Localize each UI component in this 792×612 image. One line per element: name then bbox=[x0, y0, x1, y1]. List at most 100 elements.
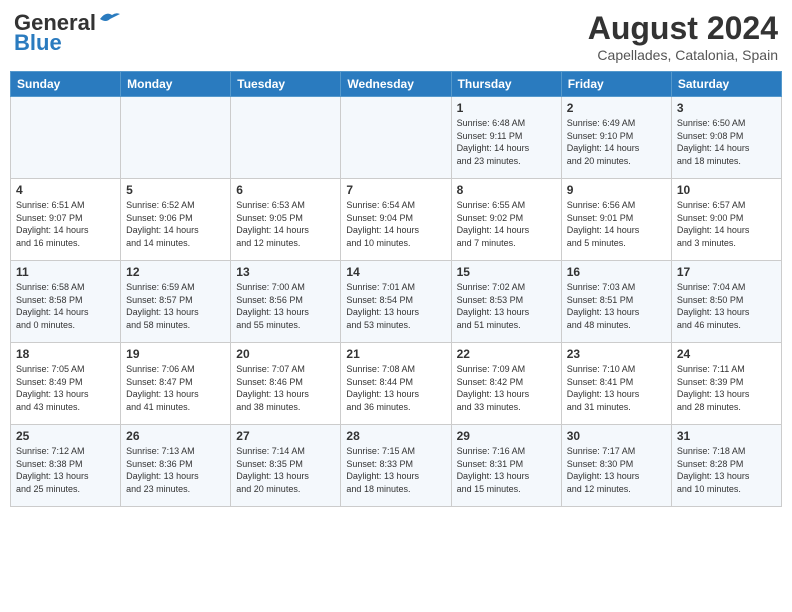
day-number: 9 bbox=[567, 183, 666, 197]
day-number: 31 bbox=[677, 429, 776, 443]
week-row-2: 11 Sunrise: 6:58 AM Sunset: 8:58 PM Dayli… bbox=[11, 261, 782, 343]
day-info: Sunrise: 7:01 AM Sunset: 8:54 PM Dayligh… bbox=[346, 281, 445, 331]
calendar-cell: 17 Sunrise: 7:04 AM Sunset: 8:50 PM Dayli… bbox=[671, 261, 781, 343]
day-info: Sunrise: 7:11 AM Sunset: 8:39 PM Dayligh… bbox=[677, 363, 776, 413]
day-number: 10 bbox=[677, 183, 776, 197]
calendar-cell: 22Sunrise: 7:09 AM Sunset: 8:42 PM Dayli… bbox=[451, 343, 561, 425]
day-info: Sunrise: 7:06 AM Sunset: 8:47 PM Dayligh… bbox=[126, 363, 225, 413]
calendar-cell: 9 Sunrise: 6:56 AM Sunset: 9:01 PM Daylig… bbox=[561, 179, 671, 261]
day-info: Sunrise: 6:54 AM Sunset: 9:04 PM Dayligh… bbox=[346, 199, 445, 249]
day-info: Sunrise: 7:08 AM Sunset: 8:44 PM Dayligh… bbox=[346, 363, 445, 413]
calendar-cell: 19 Sunrise: 7:06 AM Sunset: 8:47 PM Dayli… bbox=[121, 343, 231, 425]
calendar-cell: 6 Sunrise: 6:53 AM Sunset: 9:05 PM Daylig… bbox=[231, 179, 341, 261]
logo-bird-icon bbox=[98, 11, 120, 27]
day-number: 5 bbox=[126, 183, 225, 197]
calendar-cell bbox=[341, 97, 451, 179]
week-row-3: 18Sunrise: 7:05 AM Sunset: 8:49 PM Dayli… bbox=[11, 343, 782, 425]
header-row: SundayMondayTuesdayWednesdayThursdayFrid… bbox=[11, 72, 782, 97]
calendar-cell: 26Sunrise: 7:13 AM Sunset: 8:36 PM Dayli… bbox=[121, 425, 231, 507]
page-subtitle: Capellades, Catalonia, Spain bbox=[588, 47, 778, 63]
day-number: 16 bbox=[567, 265, 666, 279]
calendar-cell: 11 Sunrise: 6:58 AM Sunset: 8:58 PM Dayli… bbox=[11, 261, 121, 343]
day-number: 21 bbox=[346, 347, 445, 361]
calendar-cell: 15 Sunrise: 7:02 AM Sunset: 8:53 PM Dayli… bbox=[451, 261, 561, 343]
day-number: 17 bbox=[677, 265, 776, 279]
day-info: Sunrise: 7:05 AM Sunset: 8:49 PM Dayligh… bbox=[16, 363, 115, 413]
day-info: Sunrise: 7:07 AM Sunset: 8:46 PM Dayligh… bbox=[236, 363, 335, 413]
week-row-4: 25 Sunrise: 7:12 AM Sunset: 8:38 PM Dayli… bbox=[11, 425, 782, 507]
day-number: 25 bbox=[16, 429, 115, 443]
calendar-cell: 16 Sunrise: 7:03 AM Sunset: 8:51 PM Dayli… bbox=[561, 261, 671, 343]
day-number: 14 bbox=[346, 265, 445, 279]
day-number: 20 bbox=[236, 347, 335, 361]
calendar-cell: 27Sunrise: 7:14 AM Sunset: 8:35 PM Dayli… bbox=[231, 425, 341, 507]
day-info: Sunrise: 7:15 AM Sunset: 8:33 PM Dayligh… bbox=[346, 445, 445, 495]
day-number: 23 bbox=[567, 347, 666, 361]
calendar-cell: 4Sunrise: 6:51 AM Sunset: 9:07 PM Daylig… bbox=[11, 179, 121, 261]
header-thursday: Thursday bbox=[451, 72, 561, 97]
day-info: Sunrise: 7:16 AM Sunset: 8:31 PM Dayligh… bbox=[457, 445, 556, 495]
week-row-1: 4Sunrise: 6:51 AM Sunset: 9:07 PM Daylig… bbox=[11, 179, 782, 261]
calendar-cell: 29 Sunrise: 7:16 AM Sunset: 8:31 PM Dayli… bbox=[451, 425, 561, 507]
day-number: 29 bbox=[457, 429, 556, 443]
day-number: 1 bbox=[457, 101, 556, 115]
calendar-cell bbox=[231, 97, 341, 179]
calendar-cell bbox=[11, 97, 121, 179]
day-info: Sunrise: 6:59 AM Sunset: 8:57 PM Dayligh… bbox=[126, 281, 225, 331]
calendar-table: SundayMondayTuesdayWednesdayThursdayFrid… bbox=[10, 71, 782, 507]
day-number: 11 bbox=[16, 265, 115, 279]
day-info: Sunrise: 6:58 AM Sunset: 8:58 PM Dayligh… bbox=[16, 281, 115, 331]
logo: General Blue bbox=[14, 10, 120, 56]
day-info: Sunrise: 7:02 AM Sunset: 8:53 PM Dayligh… bbox=[457, 281, 556, 331]
day-number: 12 bbox=[126, 265, 225, 279]
day-number: 2 bbox=[567, 101, 666, 115]
header-wednesday: Wednesday bbox=[341, 72, 451, 97]
calendar-cell: 3 Sunrise: 6:50 AM Sunset: 9:08 PM Daylig… bbox=[671, 97, 781, 179]
day-number: 19 bbox=[126, 347, 225, 361]
day-info: Sunrise: 6:49 AM Sunset: 9:10 PM Dayligh… bbox=[567, 117, 666, 167]
calendar-cell: 21 Sunrise: 7:08 AM Sunset: 8:44 PM Dayli… bbox=[341, 343, 451, 425]
calendar-cell: 23 Sunrise: 7:10 AM Sunset: 8:41 PM Dayli… bbox=[561, 343, 671, 425]
header-monday: Monday bbox=[121, 72, 231, 97]
day-info: Sunrise: 6:48 AM Sunset: 9:11 PM Dayligh… bbox=[457, 117, 556, 167]
header: General Blue August 2024 Capellades, Cat… bbox=[10, 10, 782, 63]
day-info: Sunrise: 7:12 AM Sunset: 8:38 PM Dayligh… bbox=[16, 445, 115, 495]
day-number: 4 bbox=[16, 183, 115, 197]
header-tuesday: Tuesday bbox=[231, 72, 341, 97]
day-info: Sunrise: 6:52 AM Sunset: 9:06 PM Dayligh… bbox=[126, 199, 225, 249]
header-sunday: Sunday bbox=[11, 72, 121, 97]
calendar-cell: 8 Sunrise: 6:55 AM Sunset: 9:02 PM Daylig… bbox=[451, 179, 561, 261]
calendar-cell: 5 Sunrise: 6:52 AM Sunset: 9:06 PM Daylig… bbox=[121, 179, 231, 261]
day-number: 7 bbox=[346, 183, 445, 197]
calendar-cell: 30Sunrise: 7:17 AM Sunset: 8:30 PM Dayli… bbox=[561, 425, 671, 507]
calendar-cell bbox=[121, 97, 231, 179]
day-number: 28 bbox=[346, 429, 445, 443]
calendar-cell: 25 Sunrise: 7:12 AM Sunset: 8:38 PM Dayli… bbox=[11, 425, 121, 507]
day-info: Sunrise: 6:53 AM Sunset: 9:05 PM Dayligh… bbox=[236, 199, 335, 249]
logo-blue: Blue bbox=[14, 30, 62, 56]
day-number: 30 bbox=[567, 429, 666, 443]
day-info: Sunrise: 7:04 AM Sunset: 8:50 PM Dayligh… bbox=[677, 281, 776, 331]
day-number: 22 bbox=[457, 347, 556, 361]
day-info: Sunrise: 6:55 AM Sunset: 9:02 PM Dayligh… bbox=[457, 199, 556, 249]
day-number: 3 bbox=[677, 101, 776, 115]
day-info: Sunrise: 6:50 AM Sunset: 9:08 PM Dayligh… bbox=[677, 117, 776, 167]
day-info: Sunrise: 6:56 AM Sunset: 9:01 PM Dayligh… bbox=[567, 199, 666, 249]
header-saturday: Saturday bbox=[671, 72, 781, 97]
day-number: 13 bbox=[236, 265, 335, 279]
day-number: 24 bbox=[677, 347, 776, 361]
day-number: 8 bbox=[457, 183, 556, 197]
day-info: Sunrise: 7:10 AM Sunset: 8:41 PM Dayligh… bbox=[567, 363, 666, 413]
day-info: Sunrise: 6:57 AM Sunset: 9:00 PM Dayligh… bbox=[677, 199, 776, 249]
day-info: Sunrise: 7:14 AM Sunset: 8:35 PM Dayligh… bbox=[236, 445, 335, 495]
week-row-0: 1 Sunrise: 6:48 AM Sunset: 9:11 PM Daylig… bbox=[11, 97, 782, 179]
day-number: 15 bbox=[457, 265, 556, 279]
calendar-cell: 12 Sunrise: 6:59 AM Sunset: 8:57 PM Dayli… bbox=[121, 261, 231, 343]
title-area: August 2024 Capellades, Catalonia, Spain bbox=[588, 10, 778, 63]
calendar-cell: 13Sunrise: 7:00 AM Sunset: 8:56 PM Dayli… bbox=[231, 261, 341, 343]
calendar-cell: 24 Sunrise: 7:11 AM Sunset: 8:39 PM Dayli… bbox=[671, 343, 781, 425]
calendar-cell: 10 Sunrise: 6:57 AM Sunset: 9:00 PM Dayli… bbox=[671, 179, 781, 261]
day-info: Sunrise: 7:13 AM Sunset: 8:36 PM Dayligh… bbox=[126, 445, 225, 495]
day-info: Sunrise: 7:03 AM Sunset: 8:51 PM Dayligh… bbox=[567, 281, 666, 331]
day-number: 6 bbox=[236, 183, 335, 197]
